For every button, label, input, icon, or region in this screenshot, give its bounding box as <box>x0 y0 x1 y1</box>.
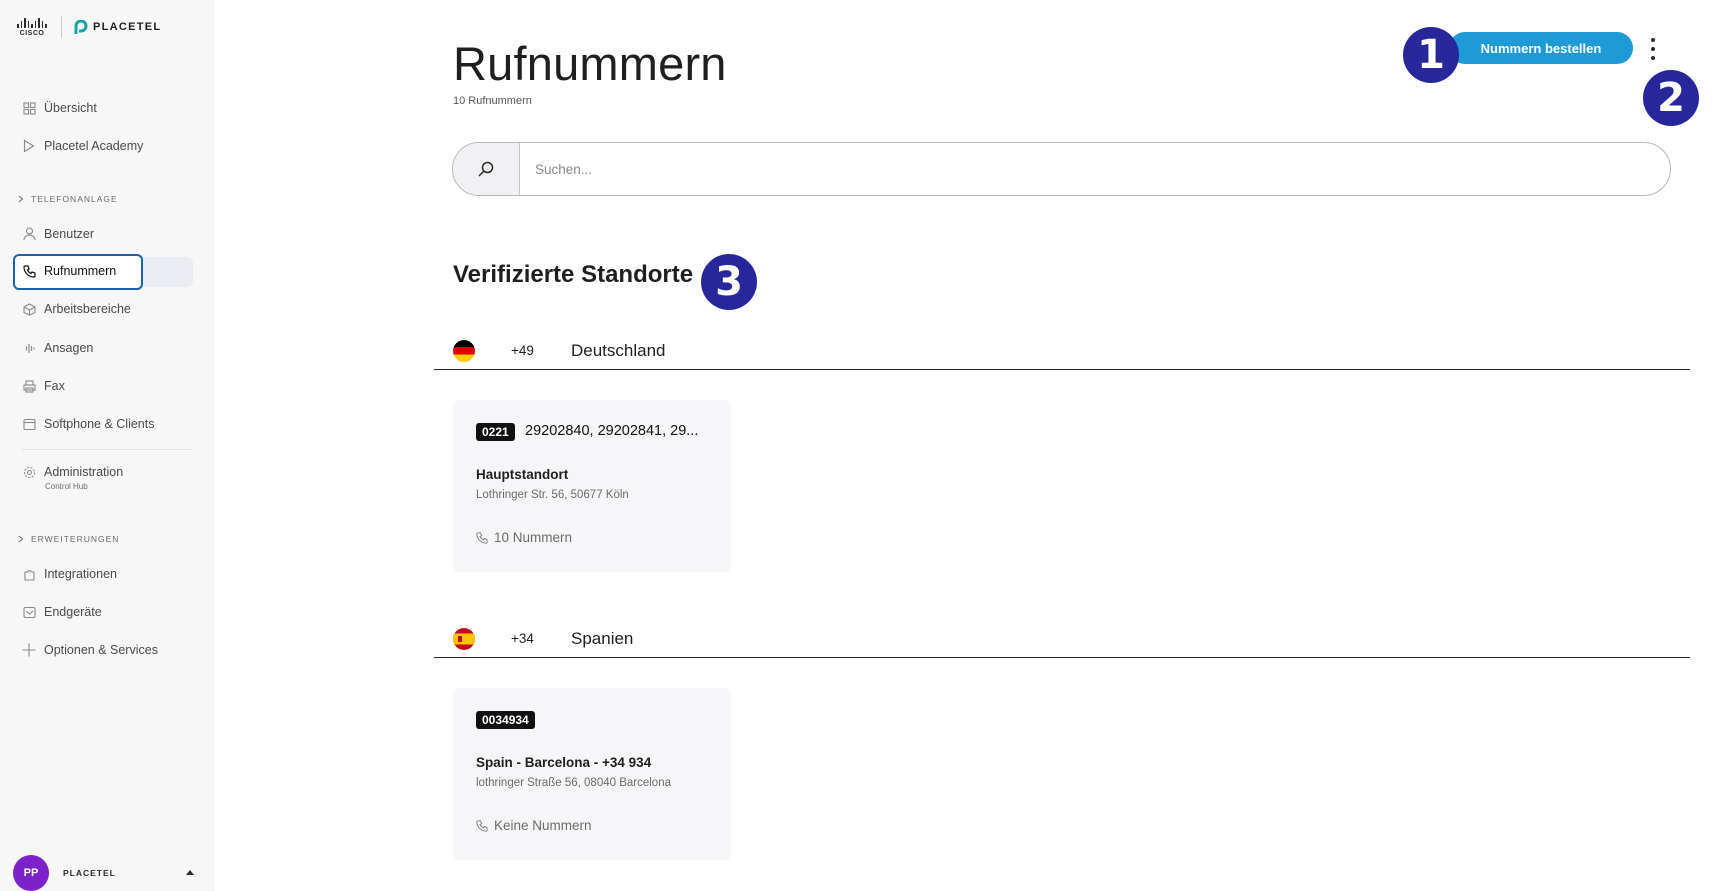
sidebar-item-softphone[interactable]: Softphone & Clients <box>22 413 155 435</box>
flag-germany-icon <box>453 340 475 362</box>
sidebar-item-label: Optionen & Services <box>44 643 158 657</box>
location-card[interactable]: 0221 29202840, 29202841, 29... Hauptstan… <box>453 400 731 572</box>
printer-icon <box>22 379 36 393</box>
chevron-right-icon <box>18 195 24 203</box>
sidebar-item-academy[interactable]: Placetel Academy <box>22 135 143 157</box>
dial-code: +49 <box>511 343 534 358</box>
sidebar-item-label: Arbeitsbereiche <box>44 302 131 316</box>
sidebar-item-label: Übersicht <box>44 101 97 115</box>
sidebar-item-options[interactable]: Optionen & Services <box>22 639 158 661</box>
avatar: PP <box>13 855 49 891</box>
plus-icon <box>22 643 36 657</box>
section-label: TELEFONANLAGE <box>31 194 118 204</box>
puzzle-icon <box>22 567 36 581</box>
area-code-badge: 0034934 <box>476 711 535 729</box>
sidebar-item-fax[interactable]: Fax <box>22 375 65 397</box>
device-icon <box>22 605 36 619</box>
sidebar-item-label: Integrationen <box>44 567 117 581</box>
phone-icon <box>22 264 36 278</box>
annotation-badge-3: 3 <box>701 254 757 310</box>
waveform-icon <box>22 341 36 355</box>
phone-icon <box>476 819 488 832</box>
chevron-right-icon <box>18 535 24 543</box>
number-count: Keine Nummern <box>476 818 592 833</box>
user-name: PLACETEL <box>63 868 116 878</box>
number-count-label: Keine Nummern <box>494 818 592 833</box>
sidebar-item-label: Placetel Academy <box>44 139 144 153</box>
caret-up-icon[interactable] <box>186 870 194 875</box>
sidebar-item-announcements[interactable]: Ansagen <box>22 337 93 359</box>
location-name: Hauptstandort <box>476 467 569 482</box>
search-icon <box>478 161 494 177</box>
section-label: ERWEITERUNGEN <box>31 534 120 544</box>
sidebar: CISCO PLACETEL Übersicht Placetel Academ… <box>0 0 214 891</box>
page-title: Rufnummern <box>453 37 727 90</box>
page-subtitle: 10 Rufnummern <box>453 95 532 107</box>
phone-numbers: 29202840, 29202841, 29... <box>525 423 699 439</box>
window-icon <box>22 417 36 431</box>
cube-icon <box>22 302 36 316</box>
location-name: Spain - Barcelona - +34 934 <box>476 755 652 770</box>
dial-code: +34 <box>511 631 534 646</box>
phone-icon <box>476 531 488 544</box>
placetel-logo: PLACETEL <box>74 20 161 34</box>
user-menu[interactable]: PP PLACETEL <box>13 855 116 891</box>
sidebar-item-label: Softphone & Clients <box>44 417 155 431</box>
sidebar-item-label: Endgeräte <box>44 605 102 619</box>
sidebar-item-overview[interactable]: Übersicht <box>22 97 97 119</box>
location-card[interactable]: 0034934 Spain - Barcelona - +34 934 loth… <box>453 688 731 860</box>
sidebar-item-label: Rufnummern <box>44 264 117 278</box>
country-row-germany[interactable]: +49 Deutschland <box>434 330 1690 370</box>
annotation-badge-1: 1 <box>1403 27 1459 83</box>
order-numbers-button[interactable]: Nummern bestellen <box>1449 32 1633 64</box>
sidebar-item-workspaces[interactable]: Arbeitsbereiche <box>22 298 131 320</box>
sidebar-item-label: Ansagen <box>44 341 94 355</box>
sidebar-item-label: Administration <box>44 465 124 479</box>
sidebar-item-sublabel: Control Hub <box>45 482 88 491</box>
active-item-highlight <box>143 257 193 287</box>
country-row-spain[interactable]: +34 Spanien <box>434 618 1690 658</box>
sidebar-item-label: Benutzer <box>44 227 95 241</box>
sidebar-item-users[interactable]: Benutzer <box>22 223 94 245</box>
gear-icon <box>22 465 36 479</box>
grid-icon <box>22 101 36 115</box>
sidebar-item-integrations[interactable]: Integrationen <box>22 563 117 585</box>
number-count-label: 10 Nummern <box>494 530 573 545</box>
number-count: 10 Nummern <box>476 530 572 545</box>
sidebar-item-numbers[interactable]: Rufnummern <box>22 260 116 282</box>
user-icon <box>22 227 36 241</box>
placetel-wordmark: PLACETEL <box>93 21 162 33</box>
brand-divider <box>61 16 62 38</box>
section-telefonanlage[interactable]: TELEFONANLAGE <box>18 194 118 204</box>
area-code-badge: 0221 <box>476 423 515 441</box>
search-bar <box>452 142 1671 196</box>
play-icon <box>22 139 36 153</box>
sidebar-item-label: Fax <box>44 379 65 393</box>
section-title: Verifizierte Standorte <box>453 261 694 288</box>
section-erweiterungen[interactable]: ERWEITERUNGEN <box>18 534 119 544</box>
sidebar-item-devices[interactable]: Endgeräte <box>22 601 102 623</box>
cisco-wordmark: CISCO <box>19 29 45 37</box>
country-name: Deutschland <box>571 341 666 360</box>
search-input[interactable] <box>520 143 1670 195</box>
flag-spain-icon <box>453 628 475 650</box>
location-address: lothringer Straße 56, 08040 Barcelona <box>476 777 671 789</box>
placetel-p-icon <box>74 20 88 34</box>
country-name: Spanien <box>571 629 634 648</box>
more-options-icon[interactable] <box>1647 38 1659 60</box>
annotation-badge-2: 2 <box>1643 70 1699 126</box>
location-address: Lothringer Str. 56, 50677 Köln <box>476 489 629 501</box>
sidebar-divider <box>22 449 192 450</box>
sidebar-item-administration[interactable]: Administration <box>22 461 123 483</box>
search-button[interactable] <box>453 143 520 195</box>
cisco-logo: CISCO <box>13 17 51 37</box>
brand-logo: CISCO PLACETEL <box>13 16 161 38</box>
